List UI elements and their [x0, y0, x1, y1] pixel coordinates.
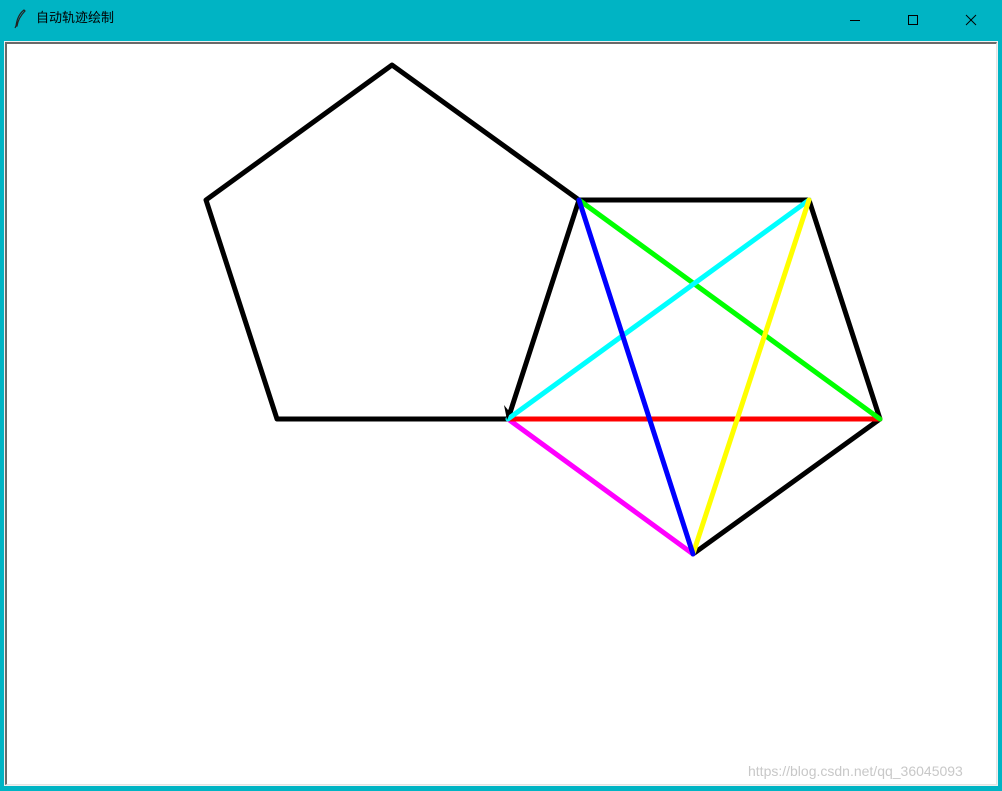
line-yellow	[690, 197, 812, 557]
line-blue	[576, 197, 696, 557]
watermark: https://blog.csdn.net/qq_36045093	[748, 763, 963, 779]
line-green	[576, 197, 883, 422]
line-cyan	[505, 197, 812, 422]
app-window: 自动轨迹绘制 https://blog.csdn.net/qq_36045093	[0, 0, 1002, 790]
window-client-area	[4, 41, 998, 786]
line-magenta	[505, 416, 696, 557]
turtle-drawing	[203, 62, 883, 557]
pentagon-left	[203, 62, 582, 422]
drawing-canvas[interactable]	[5, 42, 997, 785]
pentagon-right-lower-edge	[690, 416, 883, 557]
